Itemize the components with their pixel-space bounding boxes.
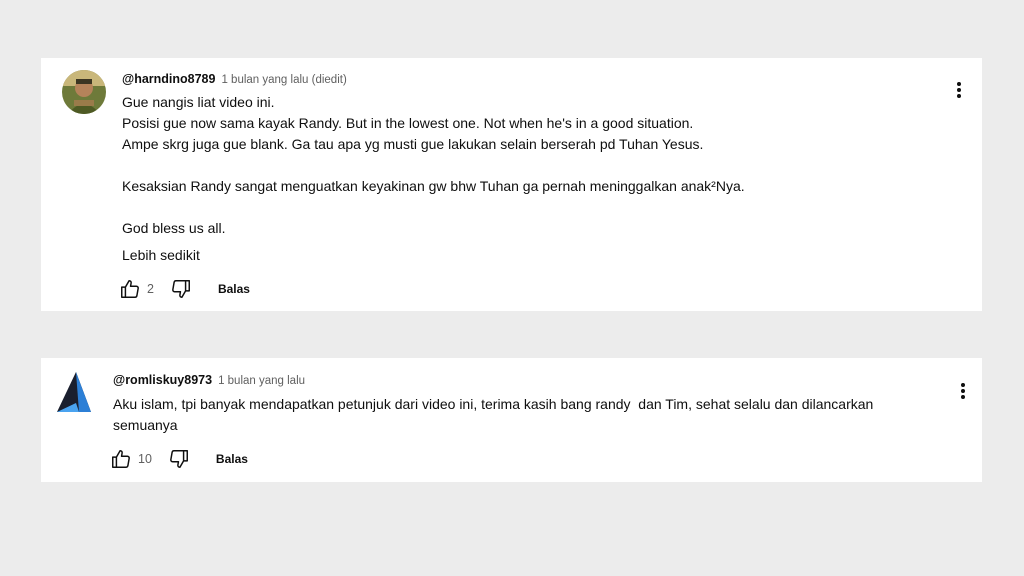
reply-button[interactable]: Balas	[218, 282, 250, 296]
comment-timestamp[interactable]: 1 bulan yang lalu	[218, 375, 305, 387]
avatar[interactable]	[62, 70, 106, 114]
more-options-icon[interactable]	[958, 383, 968, 399]
triangle-logo-icon	[57, 372, 91, 412]
comment-line: God bless us all.	[122, 220, 226, 236]
comment-text: Gue nangis liat video ini. Posisi gue no…	[122, 92, 942, 239]
comment-actions: 2 Balas	[119, 278, 250, 300]
like-count: 10	[138, 452, 152, 466]
comment-line: Kesaksian Randy sangat menguatkan keyaki…	[122, 178, 745, 194]
thumbs-down-icon	[169, 450, 188, 468]
reply-button[interactable]: Balas	[216, 452, 248, 466]
comment-line	[122, 197, 942, 218]
show-less-link[interactable]: Lebih sedikit	[122, 245, 200, 266]
comment-author[interactable]: @harndino8789	[122, 72, 215, 86]
dislike-button[interactable]	[170, 278, 192, 300]
like-button[interactable]	[119, 278, 141, 300]
comment-line: Ampe skrg juga gue blank. Ga tau apa yg …	[122, 136, 704, 152]
comment-line: semuanya	[113, 417, 178, 433]
thumbs-up-icon	[112, 450, 130, 468]
comment-timestamp[interactable]: 1 bulan yang lalu (diedit)	[221, 74, 346, 86]
comment-text: Aku islam, tpi banyak mendapatkan petunj…	[113, 394, 953, 436]
user-photo-icon	[62, 70, 106, 114]
comment-card: @harndino8789 1 bulan yang lalu (diedit)…	[41, 58, 982, 311]
thumbs-down-icon	[172, 280, 190, 298]
comment-line: Aku islam, tpi banyak mendapatkan petunj…	[113, 396, 874, 412]
comment-line: Posisi gue now sama kayak Randy. But in …	[122, 115, 694, 131]
like-button[interactable]	[110, 448, 132, 470]
dislike-button[interactable]	[168, 448, 190, 470]
like-count: 2	[147, 282, 154, 296]
thumbs-up-icon	[121, 280, 139, 298]
avatar[interactable]	[55, 370, 93, 416]
more-options-icon[interactable]	[954, 82, 964, 98]
comment-actions: 10 Balas	[110, 448, 248, 470]
comment-line: Gue nangis liat video ini.	[122, 94, 275, 110]
comment-author[interactable]: @romliskuy8973	[113, 373, 212, 387]
comment-line	[122, 155, 942, 176]
comment-card: @romliskuy8973 1 bulan yang lalu Aku isl…	[41, 358, 982, 482]
